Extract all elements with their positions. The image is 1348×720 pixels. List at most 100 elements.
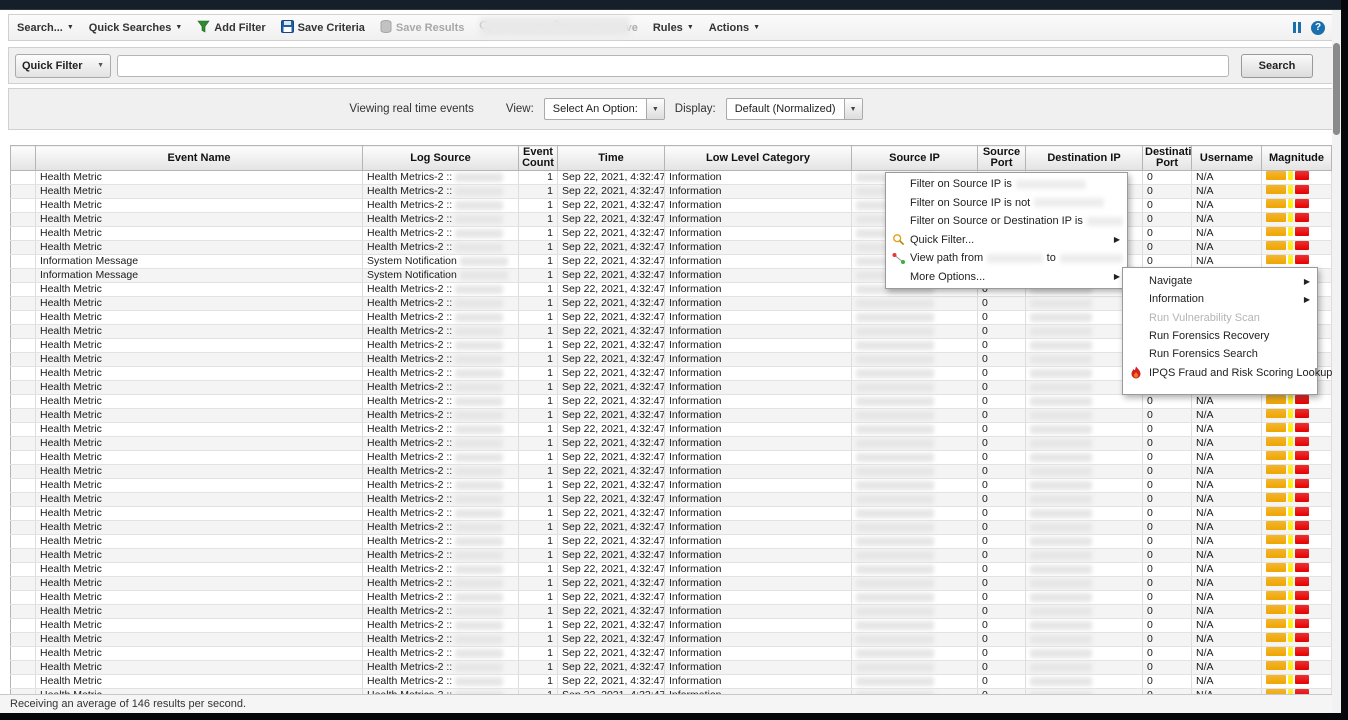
table-row[interactable]: Health MetricHealth Metrics-2 :: 1Sep 22…: [11, 241, 1332, 255]
cell-source-ip: [852, 381, 978, 395]
table-row[interactable]: Health MetricHealth Metrics-2 :: 1Sep 22…: [11, 423, 1332, 437]
menu-item-view-path-from[interactable]: View path fromto: [886, 249, 1127, 268]
table-row[interactable]: Health MetricHealth Metrics-2 :: 1Sep 22…: [11, 185, 1332, 199]
menu-item-quick-filter[interactable]: Quick Filter...▶: [886, 231, 1127, 250]
row-spacer-cell: [11, 521, 36, 535]
search-button[interactable]: Search: [1241, 54, 1313, 78]
cell-source-port: 0: [978, 633, 1026, 647]
table-row[interactable]: Health MetricHealth Metrics-2 :: 1Sep 22…: [11, 661, 1332, 675]
menu-item-filter-on-source-ip-is-not[interactable]: Filter on Source IP is not: [886, 194, 1127, 213]
column-header-destinati-port[interactable]: Destinati Port: [1143, 146, 1192, 171]
log-activity-toolbar: Search... ▼ Quick Searches ▼ Add Filter …: [8, 14, 1334, 41]
redacted-value: [455, 551, 503, 560]
table-row[interactable]: Health MetricHealth Metrics-2 :: 1Sep 22…: [11, 199, 1332, 213]
quick-filter-input[interactable]: [117, 55, 1229, 77]
table-row[interactable]: Health MetricHealth Metrics-2 :: 1Sep 22…: [11, 451, 1332, 465]
table-row[interactable]: Health MetricHealth Metrics-2 :: 1Sep 22…: [11, 465, 1332, 479]
menu-item-run-forensics-search[interactable]: Run Forensics Search: [1123, 345, 1317, 363]
cell-magnitude: [1262, 619, 1332, 633]
cell-event-count: 1: [519, 619, 558, 633]
table-row[interactable]: Health MetricHealth Metrics-2 :: 1Sep 22…: [11, 409, 1332, 423]
column-header-source-ip[interactable]: Source IP: [852, 146, 978, 171]
table-row[interactable]: Health MetricHealth Metrics-2 :: 1Sep 22…: [11, 227, 1332, 241]
table-row[interactable]: Health MetricHealth Metrics-2 :: 1Sep 22…: [11, 395, 1332, 409]
menu-item-filter-on-source-ip-is[interactable]: Filter on Source IP is: [886, 175, 1127, 194]
table-row[interactable]: Health MetricHealth Metrics-2 :: 1Sep 22…: [11, 647, 1332, 661]
column-header-magnitude[interactable]: Magnitude: [1262, 146, 1332, 171]
table-row[interactable]: Health MetricHealth Metrics-2 :: 1Sep 22…: [11, 563, 1332, 577]
cell-magnitude: [1262, 521, 1332, 535]
vertical-scrollbar-thumb[interactable]: [1333, 43, 1340, 135]
add-filter-button[interactable]: Add Filter: [197, 20, 265, 36]
quick-searches-button[interactable]: Quick Searches ▼: [89, 22, 183, 34]
column-header-destination-ip[interactable]: Destination IP: [1026, 146, 1143, 171]
menu-item-ipqs-fraud-and-risk-scoring-lookup[interactable]: IPQS Fraud and Risk Scoring Lookup: [1123, 363, 1317, 381]
cell-time: Sep 22, 2021, 4:32:47 PM: [558, 199, 665, 213]
cell-log-source: Health Metrics-2 ::: [363, 409, 519, 423]
column-header-username[interactable]: Username: [1192, 146, 1262, 171]
view-select[interactable]: Select An Option: ▼: [544, 98, 665, 120]
row-spacer-cell: [11, 661, 36, 675]
table-row[interactable]: Health MetricHealth Metrics-2 :: 1Sep 22…: [11, 549, 1332, 563]
redacted-value: [1034, 198, 1104, 207]
cell-username: N/A: [1192, 185, 1262, 199]
menu-item-navigate[interactable]: Navigate▶: [1123, 272, 1317, 290]
table-row[interactable]: Health MetricHealth Metrics-2 :: 1Sep 22…: [11, 507, 1332, 521]
cell-dest-port: 0: [1143, 493, 1192, 507]
table-row[interactable]: Health MetricHealth Metrics-2 :: 1Sep 22…: [11, 479, 1332, 493]
help-icon[interactable]: ?: [1311, 21, 1325, 35]
menu-item-more-options[interactable]: More Options...▶: [886, 268, 1127, 287]
search-menu-button[interactable]: Search... ▼: [17, 22, 74, 34]
table-row[interactable]: Health MetricHealth Metrics-2 :: 1Sep 22…: [11, 605, 1332, 619]
menu-item-filter-on-source-or-destination-ip-is[interactable]: Filter on Source or Destination IP is: [886, 212, 1127, 231]
menu-item-run-forensics-recovery[interactable]: Run Forensics Recovery: [1123, 327, 1317, 345]
cell-source-port: 0: [978, 591, 1026, 605]
cell-low-level-category: Information: [665, 535, 852, 549]
actions-menu-button[interactable]: Actions ▼: [709, 22, 760, 34]
cell-time: Sep 22, 2021, 4:32:47 PM: [558, 493, 665, 507]
quick-filter-dropdown[interactable]: Quick Filter ▼: [15, 54, 111, 78]
table-row[interactable]: Health MetricHealth Metrics-2 :: 1Sep 22…: [11, 633, 1332, 647]
cell-time: Sep 22, 2021, 4:32:47 PM: [558, 325, 665, 339]
column-header-time[interactable]: Time: [558, 146, 665, 171]
redacted-value: [1030, 383, 1092, 392]
cell-source-ip: [852, 577, 978, 591]
cell-log-source: Health Metrics-2 ::: [363, 563, 519, 577]
table-row[interactable]: Health MetricHealth Metrics-2 :: 1Sep 22…: [11, 675, 1332, 689]
table-row[interactable]: Health MetricHealth Metrics-2 :: 1Sep 22…: [11, 577, 1332, 591]
cell-source-ip: [852, 647, 978, 661]
column-header-low-level-category[interactable]: Low Level Category: [665, 146, 852, 171]
redacted-value: [1030, 565, 1092, 574]
table-row[interactable]: Health MetricHealth Metrics-2 :: 1Sep 22…: [11, 619, 1332, 633]
cell-source-port: 0: [978, 451, 1026, 465]
cell-magnitude: [1262, 605, 1332, 619]
redacted-value: [856, 313, 934, 322]
cell-username: N/A: [1192, 549, 1262, 563]
menu-item-information[interactable]: Information▶: [1123, 290, 1317, 308]
column-header-event-count[interactable]: Event Count: [519, 146, 558, 171]
column-header-event-name[interactable]: Event Name: [36, 146, 363, 171]
cell-low-level-category: Information: [665, 339, 852, 353]
pause-icon[interactable]: [1293, 22, 1301, 33]
cell-source-port: 0: [978, 521, 1026, 535]
table-row[interactable]: Health MetricHealth Metrics-2 :: 1Sep 22…: [11, 213, 1332, 227]
table-row[interactable]: Health MetricHealth Metrics-2 :: 1Sep 22…: [11, 535, 1332, 549]
window-bottom-edge: [0, 713, 1348, 720]
cell-source-port: 0: [978, 325, 1026, 339]
chevron-down-icon: ▼: [97, 62, 104, 69]
cell-event-name: Health Metric: [36, 521, 363, 535]
table-row[interactable]: Health MetricHealth Metrics-2 :: 1Sep 22…: [11, 171, 1332, 185]
cell-event-count: 1: [519, 213, 558, 227]
table-row[interactable]: Health MetricHealth Metrics-2 :: 1Sep 22…: [11, 493, 1332, 507]
display-select[interactable]: Default (Normalized) ▼: [726, 98, 863, 120]
column-header-source-port[interactable]: Source Port: [978, 146, 1026, 171]
table-row[interactable]: Health MetricHealth Metrics-2 :: 1Sep 22…: [11, 437, 1332, 451]
table-row[interactable]: Health MetricHealth Metrics-2 :: 1Sep 22…: [11, 521, 1332, 535]
cell-dest-port: 0: [1143, 171, 1192, 185]
event-table-container: Event NameLog SourceEvent CountTimeLow L…: [10, 145, 1331, 703]
table-row[interactable]: Health MetricHealth Metrics-2 :: 1Sep 22…: [11, 591, 1332, 605]
save-results-button[interactable]: Save Results: [380, 20, 464, 36]
save-criteria-button[interactable]: Save Criteria: [281, 20, 365, 36]
rules-menu-button[interactable]: Rules ▼: [653, 22, 694, 34]
column-header-log-source[interactable]: Log Source: [363, 146, 519, 171]
